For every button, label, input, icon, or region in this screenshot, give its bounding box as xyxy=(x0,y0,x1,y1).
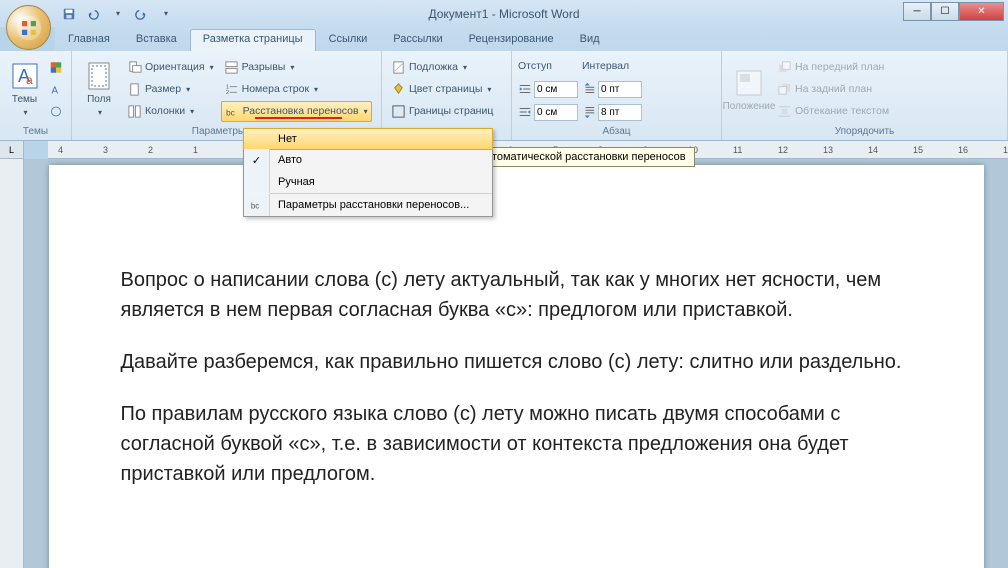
bring-front-button: На передний план xyxy=(774,57,892,78)
tab-insert[interactable]: Вставка xyxy=(123,29,190,51)
vertical-ruler[interactable] xyxy=(0,159,24,568)
theme-fonts-icon[interactable]: A xyxy=(47,79,65,100)
text-wrap-icon xyxy=(777,104,792,119)
svg-text:A: A xyxy=(52,85,59,96)
theme-colors-icon[interactable] xyxy=(47,57,65,78)
hyphenation-menu: Нет ✓ Авто Ручная bc Параметры расстанов… xyxy=(243,128,493,217)
line-numbers-button[interactable]: 12Номера строк xyxy=(221,79,372,100)
position-button: Положение xyxy=(728,54,770,124)
save-icon[interactable] xyxy=(58,3,80,25)
undo-icon[interactable] xyxy=(82,3,104,25)
breaks-button[interactable]: Разрывы xyxy=(221,57,372,78)
ribbon-tabs: Главная Вставка Разметка страницы Ссылки… xyxy=(55,27,1008,51)
indent-right-icon xyxy=(518,105,532,119)
indent-right[interactable] xyxy=(518,102,578,123)
menu-item-none[interactable]: Нет xyxy=(243,128,493,150)
window-title: Документ1 - Microsoft Word xyxy=(428,7,579,21)
window-controls: ─ ☐ ✕ xyxy=(903,2,1004,21)
indent-left-input[interactable] xyxy=(534,81,578,98)
indent-left-icon xyxy=(518,82,532,96)
undo-dropdown-icon[interactable] xyxy=(106,3,128,25)
page-color-icon xyxy=(391,82,406,97)
tab-mailings[interactable]: Рассылки xyxy=(380,29,455,51)
checkmark-icon xyxy=(244,129,270,149)
position-icon xyxy=(733,67,765,99)
page[interactable]: Вопрос о написании слова (с) лету актуал… xyxy=(49,165,984,568)
ribbon: Aa Темы A Темы Поля Ориентация Размер Ко… xyxy=(0,51,1008,141)
tab-page-layout[interactable]: Разметка страницы xyxy=(190,29,316,51)
group-arrange-label: Упорядочить xyxy=(728,124,1001,139)
annotation-red-line xyxy=(255,117,342,119)
themes-icon: Aa xyxy=(9,60,41,92)
size-button[interactable]: Размер xyxy=(124,79,217,100)
tab-references[interactable]: Ссылки xyxy=(316,29,381,51)
hyphenation-icon: bc xyxy=(225,104,240,119)
redo-icon[interactable] xyxy=(130,3,152,25)
svg-text:bc: bc xyxy=(226,107,235,117)
title-bar: Документ1 - Microsoft Word ─ ☐ ✕ xyxy=(0,0,1008,27)
tab-view[interactable]: Вид xyxy=(567,29,613,51)
tab-review[interactable]: Рецензирование xyxy=(456,29,567,51)
margins-icon xyxy=(83,60,115,92)
margins-label: Поля xyxy=(87,94,111,105)
menu-item-manual[interactable]: Ручная xyxy=(244,171,492,193)
spacing-before-icon xyxy=(582,82,596,96)
document-area: Вопрос о написании слова (с) лету актуал… xyxy=(24,159,1008,568)
indent-left[interactable] xyxy=(518,79,578,100)
theme-effects-icon[interactable] xyxy=(47,101,65,122)
menu-item-hyphenation-options[interactable]: bc Параметры расстановки переносов... xyxy=(244,194,492,216)
quick-access-toolbar xyxy=(58,3,176,25)
line-numbers-icon: 12 xyxy=(224,82,239,97)
columns-icon xyxy=(127,104,142,119)
maximize-button[interactable]: ☐ xyxy=(931,2,959,21)
qat-customize-icon[interactable] xyxy=(154,3,176,25)
spacing-after-input[interactable] xyxy=(598,104,642,121)
size-icon xyxy=(127,82,142,97)
orientation-icon xyxy=(127,60,142,75)
minimize-button[interactable]: ─ xyxy=(903,2,931,21)
themes-label: Темы xyxy=(12,94,37,105)
spacing-label: Интервал xyxy=(582,56,642,77)
page-color-button[interactable]: Цвет страницы xyxy=(388,79,496,100)
send-back-icon xyxy=(777,82,792,97)
paragraph[interactable]: Вопрос о написании слова (с) лету актуал… xyxy=(121,265,929,325)
checkmark-icon: ✓ xyxy=(244,149,270,171)
group-themes-label: Темы xyxy=(6,124,65,139)
columns-button[interactable]: Колонки xyxy=(124,101,217,122)
office-button[interactable] xyxy=(6,5,51,50)
themes-button[interactable]: Aa Темы xyxy=(6,54,43,124)
hyphenation-options-icon: bc xyxy=(244,194,270,216)
send-back-button: На задний план xyxy=(774,79,892,100)
svg-text:a: a xyxy=(26,73,33,87)
paragraph[interactable]: Давайте разберемся, как правильно пишетс… xyxy=(121,347,929,377)
bring-front-icon xyxy=(777,60,792,75)
indent-right-input[interactable] xyxy=(534,104,578,121)
close-button[interactable]: ✕ xyxy=(959,2,1004,21)
spacing-before[interactable] xyxy=(582,79,642,100)
watermark-button[interactable]: Подложка xyxy=(388,57,496,78)
page-borders-button[interactable]: Границы страниц xyxy=(388,101,496,122)
spacing-after[interactable] xyxy=(582,102,642,123)
svg-text:bc: bc xyxy=(250,202,258,211)
tab-home[interactable]: Главная xyxy=(55,29,123,51)
indent-label: Отступ xyxy=(518,56,578,77)
svg-text:2: 2 xyxy=(226,90,229,96)
page-borders-icon xyxy=(391,104,406,119)
paragraph[interactable]: По правилам русского языка слово (с) лет… xyxy=(121,399,929,489)
breaks-icon xyxy=(224,60,239,75)
orientation-button[interactable]: Ориентация xyxy=(124,57,217,78)
menu-item-auto[interactable]: ✓ Авто xyxy=(244,149,492,171)
group-paragraph-label: Абзац xyxy=(518,124,715,139)
ruler-corner[interactable]: L xyxy=(0,141,24,159)
margins-button[interactable]: Поля xyxy=(78,54,120,124)
spacing-before-input[interactable] xyxy=(598,81,642,98)
text-wrap-button: Обтекание текстом xyxy=(774,101,892,122)
spacing-after-icon xyxy=(582,105,596,119)
watermark-icon xyxy=(391,60,406,75)
